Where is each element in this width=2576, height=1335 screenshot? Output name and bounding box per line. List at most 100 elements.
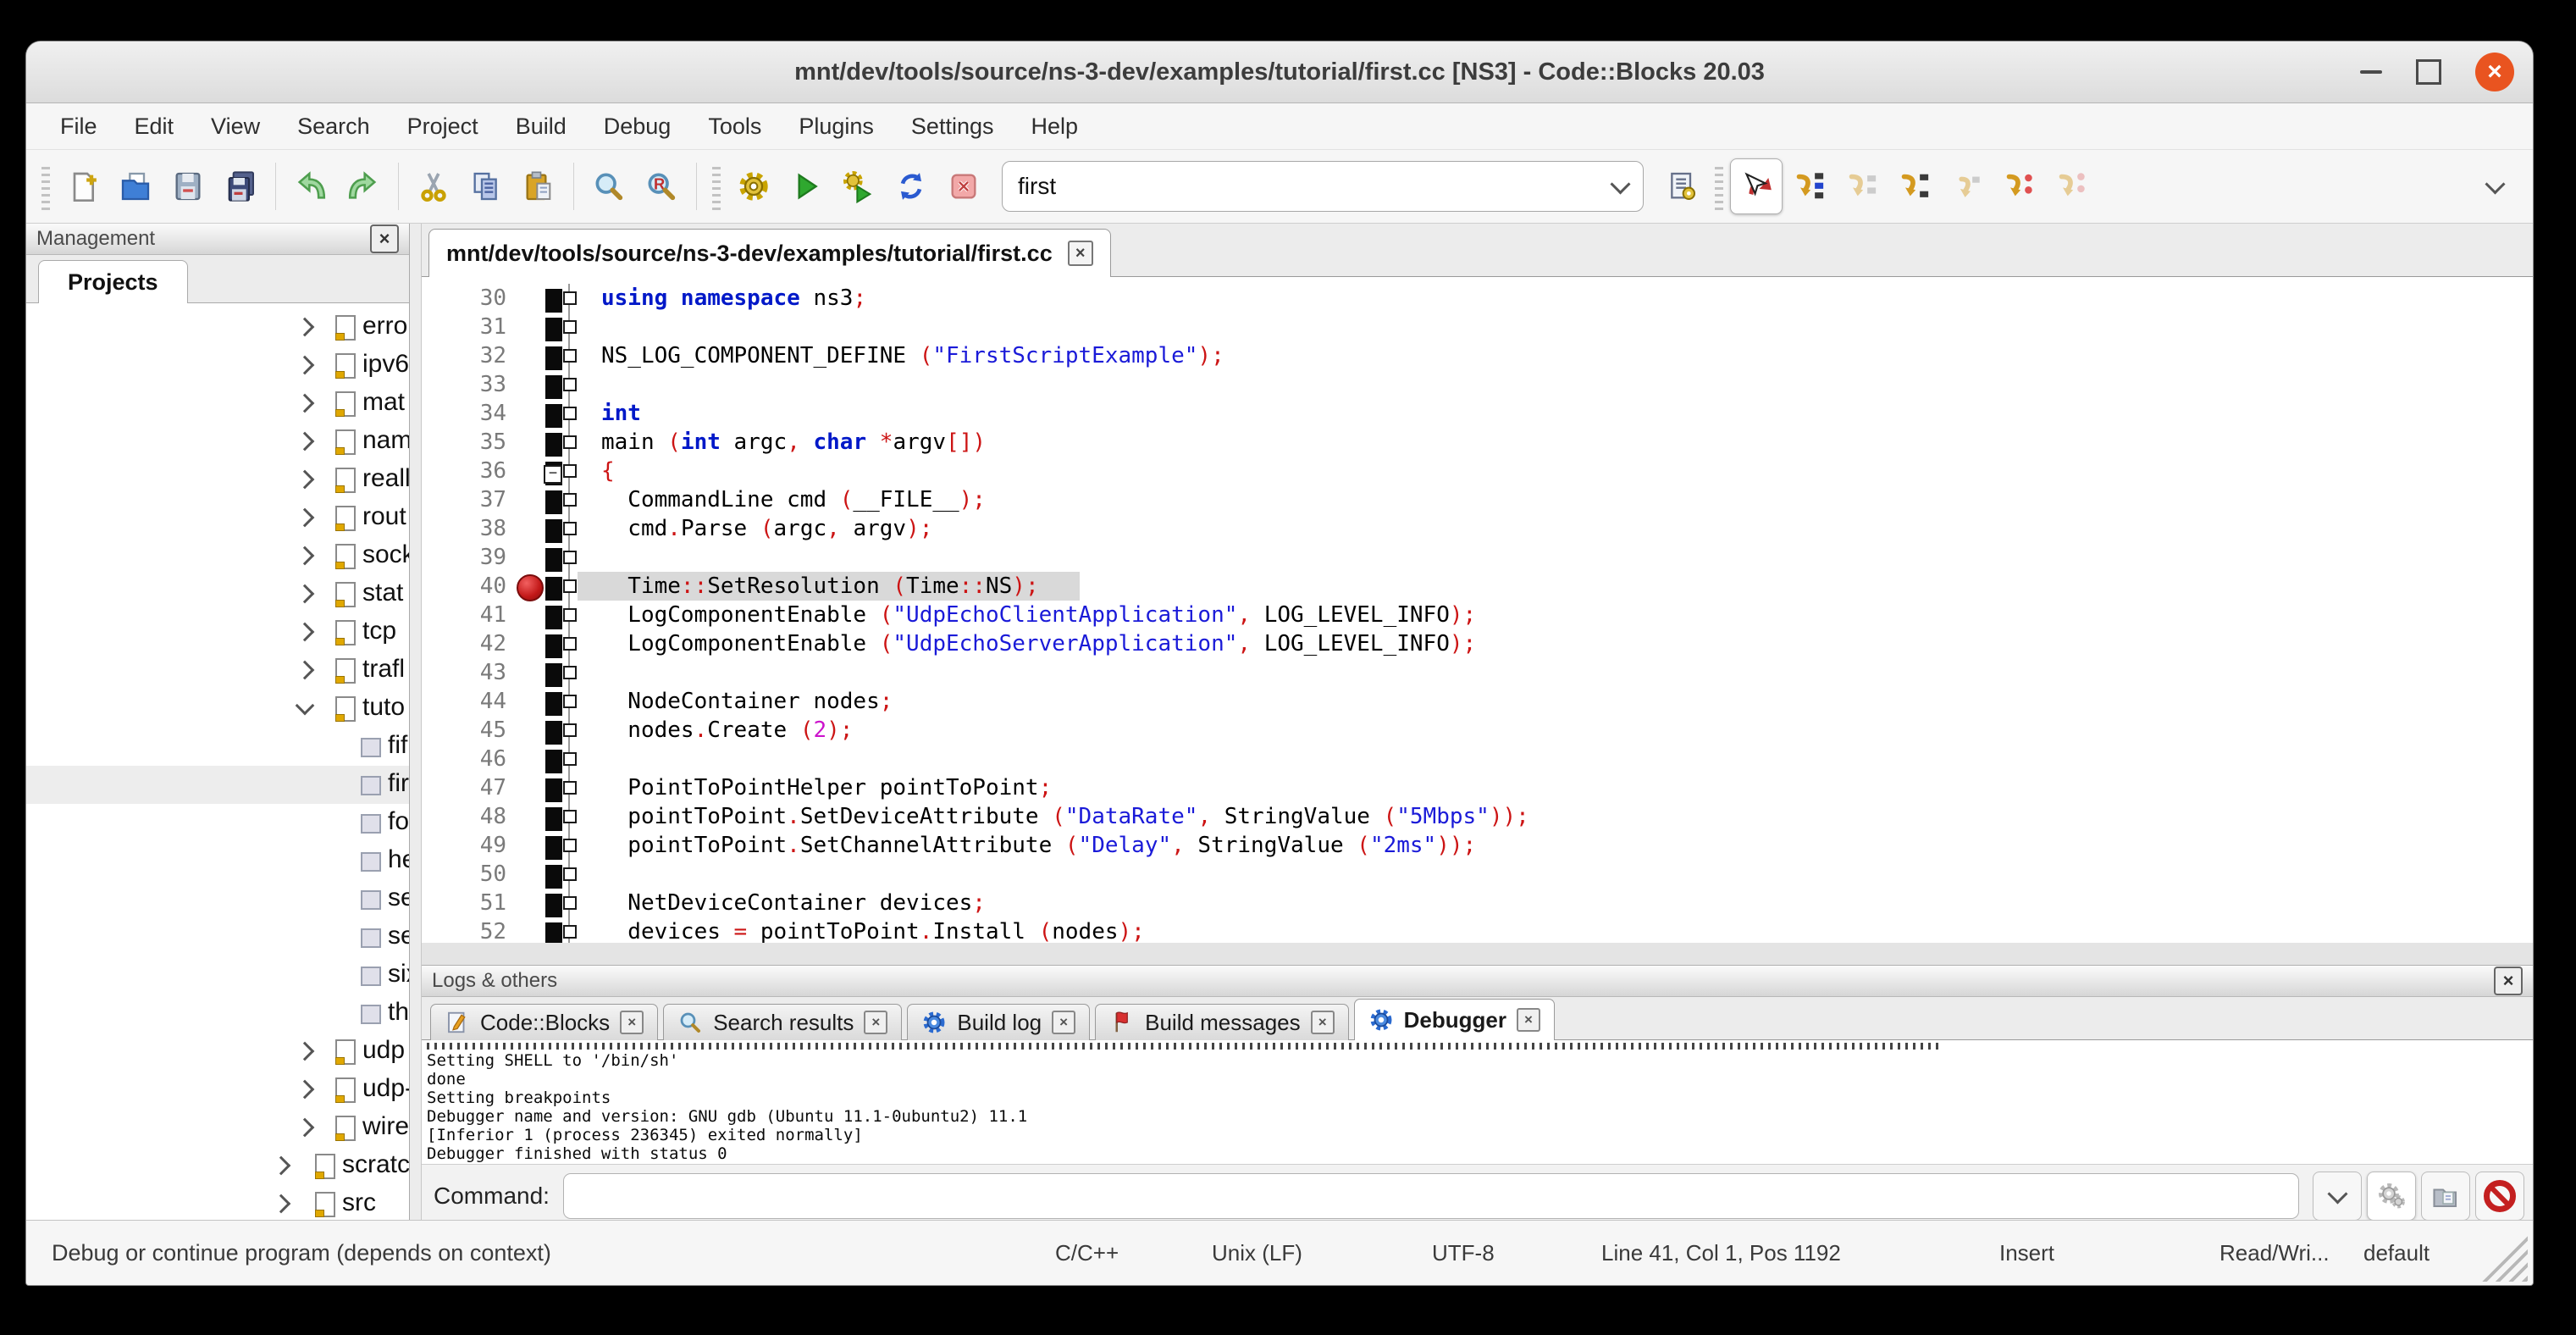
resize-grip[interactable] <box>2479 1233 2528 1282</box>
chevron-right-icon[interactable] <box>296 394 315 413</box>
chevron-right-icon[interactable] <box>296 546 315 566</box>
new-file-button[interactable] <box>57 158 109 214</box>
breakpoint-margin[interactable] <box>515 572 545 601</box>
code-line-38[interactable]: 38 cmd.Parse (argc, argv); <box>422 514 2533 543</box>
chevron-right-icon[interactable] <box>296 1080 315 1100</box>
log-tab-close-icon[interactable]: × <box>620 1011 644 1034</box>
chevron-right-icon[interactable] <box>272 1194 291 1214</box>
breakpoint-margin[interactable] <box>515 629 545 658</box>
abort-button[interactable] <box>937 158 990 214</box>
log-tab-close-icon[interactable]: × <box>864 1011 887 1034</box>
breakpoint-margin[interactable] <box>515 284 545 313</box>
code-line-31[interactable]: 31 <box>422 313 2533 341</box>
logs-close-button[interactable]: × <box>2494 967 2523 995</box>
menu-view[interactable]: View <box>192 114 279 140</box>
code-line-52[interactable]: 52 devices = pointToPoint.Install (nodes… <box>422 917 2533 943</box>
editor-tab-first-cc[interactable]: mnt/dev/tools/source/ns-3-dev/examples/t… <box>428 229 1111 277</box>
copy-log-button[interactable] <box>2421 1172 2470 1221</box>
cut-button[interactable] <box>407 158 460 214</box>
find-replace-button[interactable]: R <box>635 158 688 214</box>
chevron-right-icon[interactable] <box>296 584 315 604</box>
code-line-46[interactable]: 46 <box>422 745 2533 773</box>
code-line-40[interactable]: 40 Time::SetResolution (Time::NS); <box>422 572 2533 601</box>
code-line-47[interactable]: 47 PointToPointHelper pointToPoint; <box>422 773 2533 802</box>
tree-item-se[interactable]: se <box>26 918 409 956</box>
code-line-39[interactable]: 39 <box>422 543 2533 572</box>
tree-item-tcp[interactable]: tcp <box>26 613 409 651</box>
tree-item-sock[interactable]: sock <box>26 537 409 575</box>
build-button[interactable] <box>727 158 780 214</box>
tree-item-src[interactable]: src <box>26 1185 409 1220</box>
code-line-36[interactable]: 36−{ <box>422 457 2533 485</box>
menu-edit[interactable]: Edit <box>116 114 193 140</box>
run-button[interactable] <box>780 158 832 214</box>
log-tab-close-icon[interactable]: × <box>1311 1011 1335 1034</box>
toolbar-grip[interactable] <box>41 163 50 210</box>
toolbar-grip[interactable] <box>1715 163 1723 210</box>
code-line-37[interactable]: 37 CommandLine cmd (__FILE__); <box>422 485 2533 514</box>
paste-button[interactable] <box>512 158 565 214</box>
tab-projects[interactable]: Projects <box>38 260 188 303</box>
log-tab-code-blocks[interactable]: Code::Blocks× <box>430 1004 658 1040</box>
menu-tools[interactable]: Tools <box>689 114 780 140</box>
tree-item-udp[interactable]: udp <box>26 1033 409 1071</box>
log-tab-debugger[interactable]: Debugger× <box>1354 999 1555 1040</box>
step-into-button[interactable] <box>1888 158 1940 214</box>
breakpoint-margin[interactable] <box>515 399 545 428</box>
chevron-right-icon[interactable] <box>296 623 315 642</box>
tree-item-se[interactable]: se <box>26 880 409 918</box>
menu-search[interactable]: Search <box>279 114 389 140</box>
code-line-48[interactable]: 48 pointToPoint.SetDeviceAttribute ("Dat… <box>422 802 2533 831</box>
menu-debug[interactable]: Debug <box>585 114 690 140</box>
save-button[interactable] <box>162 158 214 214</box>
breakpoint-margin[interactable] <box>515 802 545 831</box>
breakpoint-margin[interactable] <box>515 860 545 889</box>
code-line-34[interactable]: 34int <box>422 399 2533 428</box>
chevron-down-icon[interactable] <box>296 696 315 716</box>
copy-button[interactable] <box>460 158 512 214</box>
tree-item-fif[interactable]: fif <box>26 728 409 766</box>
breakpoint-margin[interactable] <box>515 457 545 485</box>
breakpoint-margin[interactable] <box>515 889 545 917</box>
tree-item-erro[interactable]: erro <box>26 308 409 346</box>
code-line-41[interactable]: 41 LogComponentEnable ("UdpEchoClientApp… <box>422 601 2533 629</box>
title-bar[interactable]: mnt/dev/tools/source/ns-3-dev/examples/t… <box>26 42 2533 103</box>
breakpoint-margin[interactable] <box>515 514 545 543</box>
chevron-right-icon[interactable] <box>296 1042 315 1061</box>
tree-item-wire[interactable]: wire <box>26 1109 409 1147</box>
log-tab-search-results[interactable]: Search results× <box>663 1004 902 1040</box>
tree-item-six[interactable]: six <box>26 956 409 994</box>
tree-item-rout[interactable]: rout <box>26 499 409 537</box>
next-instruction-button[interactable] <box>1993 158 2045 214</box>
step-out-button[interactable] <box>1940 158 1993 214</box>
code-line-49[interactable]: 49 pointToPoint.SetChannelAttribute ("De… <box>422 831 2533 860</box>
redo-button[interactable] <box>337 158 390 214</box>
tree-item-nam[interactable]: nam <box>26 423 409 461</box>
breakpoint-icon[interactable] <box>517 574 544 601</box>
minimize-button[interactable] <box>2360 70 2382 74</box>
chevron-right-icon[interactable] <box>296 318 315 337</box>
toolbar-grip[interactable] <box>712 163 721 210</box>
code-line-50[interactable]: 50 <box>422 860 2533 889</box>
find-button[interactable] <box>583 158 635 214</box>
command-history-dropdown[interactable] <box>2313 1172 2362 1221</box>
chevron-right-icon[interactable] <box>296 508 315 528</box>
code-editor[interactable]: 30using namespace ns3;3132NS_LOG_COMPONE… <box>422 277 2533 943</box>
tree-item-scratch[interactable]: scratch <box>26 1147 409 1185</box>
code-line-42[interactable]: 42 LogComponentEnable ("UdpEchoServerApp… <box>422 629 2533 658</box>
code-line-51[interactable]: 51 NetDeviceContainer devices; <box>422 889 2533 917</box>
rebuild-button[interactable] <box>885 158 937 214</box>
fold-marker-icon[interactable]: − <box>544 465 562 484</box>
editor-tab-close-icon[interactable]: × <box>1068 241 1093 266</box>
breakpoint-margin[interactable] <box>515 428 545 457</box>
debugger-settings-button[interactable] <box>2367 1172 2416 1221</box>
tree-item-stat[interactable]: stat <box>26 575 409 613</box>
tree-item-reall[interactable]: reall <box>26 461 409 499</box>
breakpoint-margin[interactable] <box>515 745 545 773</box>
menu-build[interactable]: Build <box>497 114 585 140</box>
clear-log-button[interactable] <box>2475 1172 2524 1221</box>
code-line-45[interactable]: 45 nodes.Create (2); <box>422 716 2533 745</box>
breakpoint-margin[interactable] <box>515 543 545 572</box>
tree-item-fo[interactable]: fo <box>26 804 409 842</box>
tree-item-th[interactable]: th <box>26 994 409 1033</box>
